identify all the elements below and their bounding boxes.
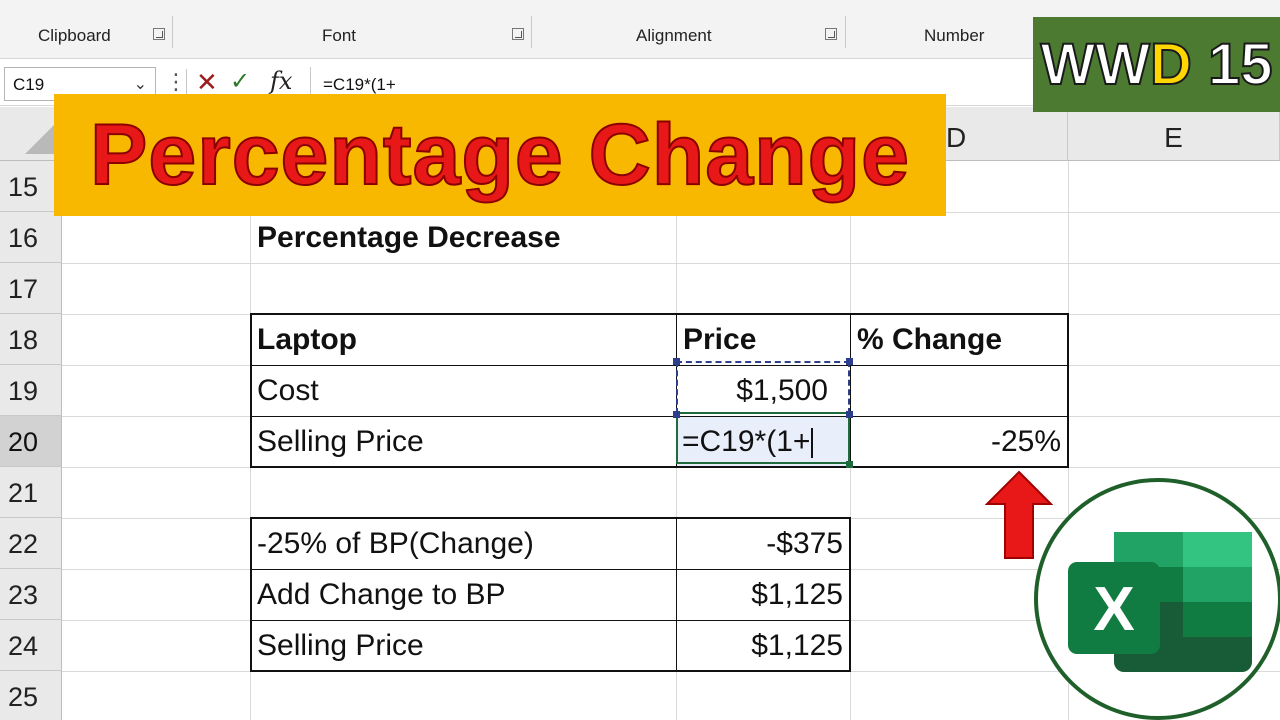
ribbon-separator xyxy=(845,16,846,48)
alignment-dialog-launcher-icon[interactable] xyxy=(825,28,837,40)
ribbon-separator xyxy=(531,16,532,48)
reference-border xyxy=(676,361,850,414)
cell-final-selling-price-value[interactable]: $1,125 xyxy=(676,620,850,671)
cell-add-change-value[interactable]: $1,125 xyxy=(676,569,850,620)
reference-handle[interactable] xyxy=(673,358,680,365)
reference-handle[interactable] xyxy=(846,411,853,418)
row-header-active[interactable]: 20 xyxy=(0,416,62,467)
header-percent-change[interactable]: % Change xyxy=(850,314,1068,365)
clipboard-dialog-launcher-icon[interactable] xyxy=(153,28,165,40)
badge-text: WWD 15 xyxy=(1033,17,1280,112)
row-header[interactable]: 16 xyxy=(0,212,62,263)
cell-selling-price-change[interactable]: -25% xyxy=(850,416,1068,467)
cell-selling-price-label[interactable]: Selling Price xyxy=(250,416,676,467)
cell-add-change-label[interactable]: Add Change to BP xyxy=(250,569,676,620)
row-header[interactable]: 15 xyxy=(0,161,62,212)
excel-logo-icon: X xyxy=(1034,478,1280,720)
row-header[interactable]: 17 xyxy=(0,263,62,314)
cell-change-value[interactable]: -$375 xyxy=(676,518,850,569)
section-title[interactable]: Percentage Decrease xyxy=(250,212,676,263)
more-options-icon[interactable]: ⋮ xyxy=(165,69,187,95)
row-header[interactable]: 19 xyxy=(0,365,62,416)
column-header-e[interactable]: E xyxy=(1068,107,1280,161)
chevron-down-icon[interactable]: ⌄ xyxy=(134,74,147,94)
ribbon-group-number[interactable]: Number xyxy=(924,26,984,46)
insert-function-icon[interactable]: fx xyxy=(270,67,292,95)
badge-number: 15 xyxy=(1207,31,1274,98)
row-header[interactable]: 24 xyxy=(0,620,62,671)
logo-letter: X xyxy=(1093,575,1134,644)
row-header[interactable]: 18 xyxy=(0,314,62,365)
enter-icon[interactable]: ✓ xyxy=(230,67,250,96)
header-laptop[interactable]: Laptop xyxy=(250,314,676,365)
ribbon-separator xyxy=(172,16,173,48)
series-badge: WWD 15 xyxy=(1033,17,1280,112)
row-header[interactable]: 22 xyxy=(0,518,62,569)
font-dialog-launcher-icon[interactable] xyxy=(512,28,524,40)
select-all-corner[interactable] xyxy=(0,107,62,161)
header-price[interactable]: Price xyxy=(676,314,850,365)
row-header[interactable]: 21 xyxy=(0,467,62,518)
ribbon-group-font[interactable]: Font xyxy=(322,26,356,46)
cell-cost-change[interactable] xyxy=(850,365,1068,416)
name-box-value: C19 xyxy=(13,75,45,94)
row-header[interactable]: 25 xyxy=(0,671,62,720)
banner-title: Percentage Change xyxy=(89,106,910,204)
gridline xyxy=(62,263,1280,264)
reference-handle[interactable] xyxy=(673,411,680,418)
ribbon-group-clipboard[interactable]: Clipboard xyxy=(38,26,111,46)
badge-highlight: D xyxy=(1149,31,1193,98)
ribbon-group-alignment[interactable]: Alignment xyxy=(636,26,712,46)
cell-cost-label[interactable]: Cost xyxy=(250,365,676,416)
up-arrow-icon xyxy=(985,470,1053,559)
active-cell-border xyxy=(676,412,850,464)
cell-final-selling-price-label[interactable]: Selling Price xyxy=(250,620,676,671)
reference-handle[interactable] xyxy=(846,358,853,365)
excel-logo-graphic: X xyxy=(1068,532,1252,672)
cell-change-label[interactable]: -25% of BP(Change) xyxy=(250,518,676,569)
badge-prefix: WW xyxy=(1039,31,1150,98)
fill-handle[interactable] xyxy=(846,461,853,468)
row-header[interactable]: 23 xyxy=(0,569,62,620)
title-banner: Percentage Change xyxy=(54,94,946,216)
